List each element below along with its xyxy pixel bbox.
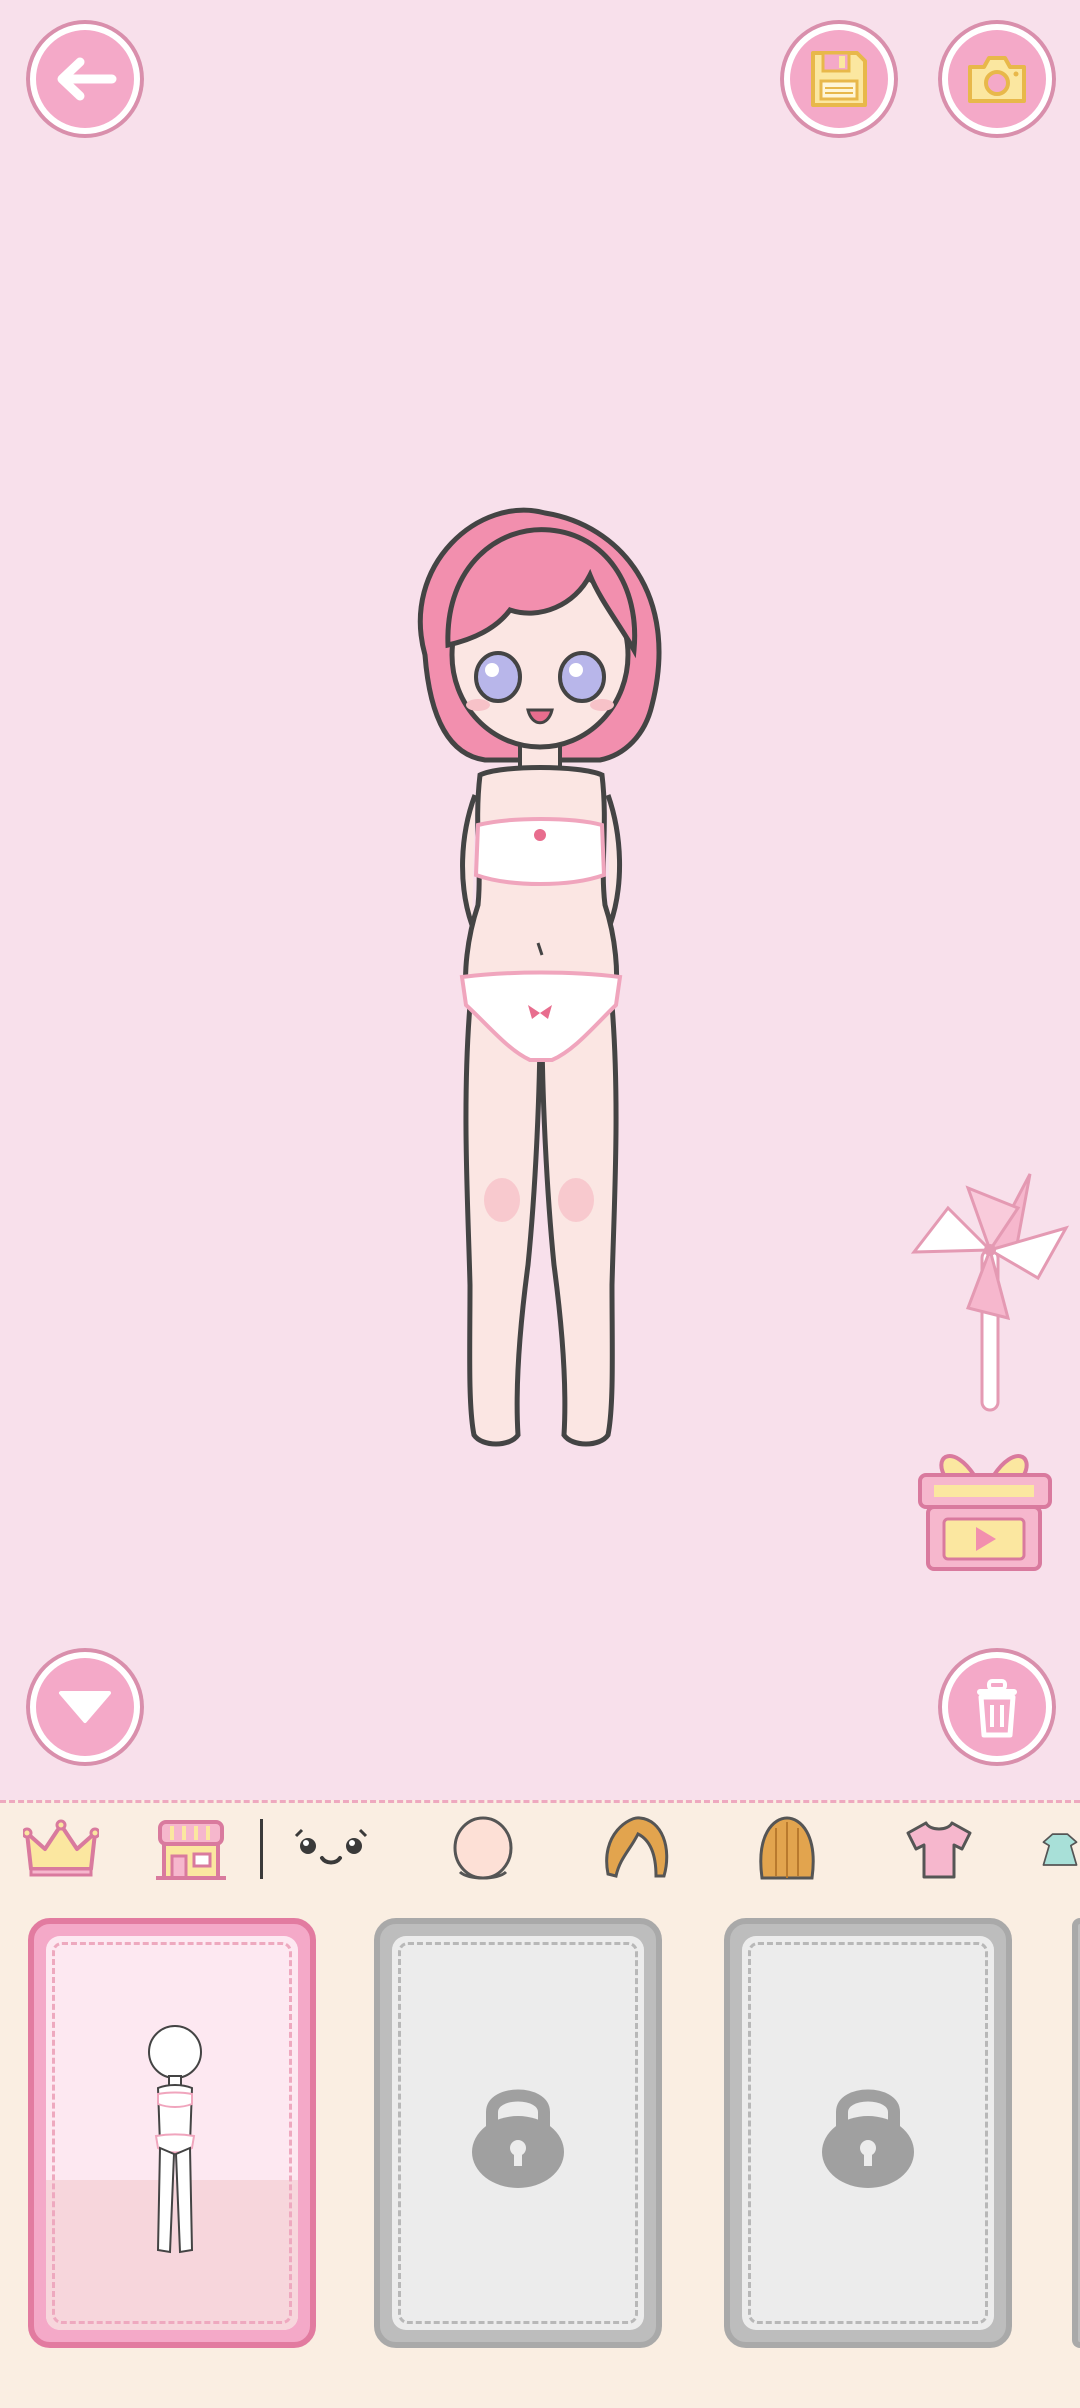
lock-icon: [822, 2089, 914, 2188]
category-top[interactable]: [900, 1811, 978, 1887]
delete-button[interactable]: [938, 1648, 1056, 1766]
expression-icon: [294, 1828, 368, 1865]
dressup-stage: [0, 0, 1080, 1800]
item-card-locked[interactable]: [724, 1918, 1012, 2348]
category-dress[interactable]: [1040, 1811, 1080, 1887]
category-crown[interactable]: [22, 1811, 100, 1887]
base-character-thumbnail: [148, 2025, 202, 2254]
shop-icon: [156, 1820, 226, 1880]
floppy-disk-icon: [811, 51, 867, 107]
category-face[interactable]: [444, 1811, 522, 1887]
item-panel: [0, 1895, 1080, 2408]
back-arrow-icon: [57, 57, 117, 101]
pinwheel-icon[interactable]: [908, 1168, 1070, 1418]
gift-video-icon[interactable]: [914, 1435, 1064, 1575]
item-card-locked[interactable]: [374, 1918, 662, 2348]
card-face: [742, 1936, 994, 2330]
item-card-selected[interactable]: [28, 1918, 316, 2348]
crown-icon: [23, 1819, 99, 1877]
dress-icon: [1042, 1833, 1078, 1866]
category-hair-back[interactable]: [748, 1811, 826, 1887]
face-icon: [453, 1816, 513, 1880]
lock-icon: [472, 2089, 564, 2188]
item-card-locked-partial[interactable]: [1072, 1918, 1080, 2348]
camera-button[interactable]: [938, 20, 1056, 138]
triangle-down-icon: [59, 1691, 111, 1723]
collapse-panel-button[interactable]: [26, 1648, 144, 1766]
category-hair-front[interactable]: [596, 1811, 674, 1887]
trash-icon: [977, 1679, 1017, 1738]
category-shop[interactable]: [152, 1811, 230, 1887]
card-face: [392, 1936, 644, 2330]
top-icon: [906, 1821, 972, 1879]
camera-icon: [968, 56, 1026, 103]
category-bar: [0, 1800, 1080, 1898]
back-button[interactable]: [26, 20, 144, 138]
hair-back-icon: [759, 1816, 815, 1880]
save-button[interactable]: [780, 20, 898, 138]
category-expression[interactable]: [292, 1811, 370, 1887]
category-divider: [260, 1819, 263, 1879]
hair-front-icon: [605, 1816, 669, 1878]
paperdoll-character: [417, 507, 662, 1447]
card-face: [46, 1936, 298, 2330]
